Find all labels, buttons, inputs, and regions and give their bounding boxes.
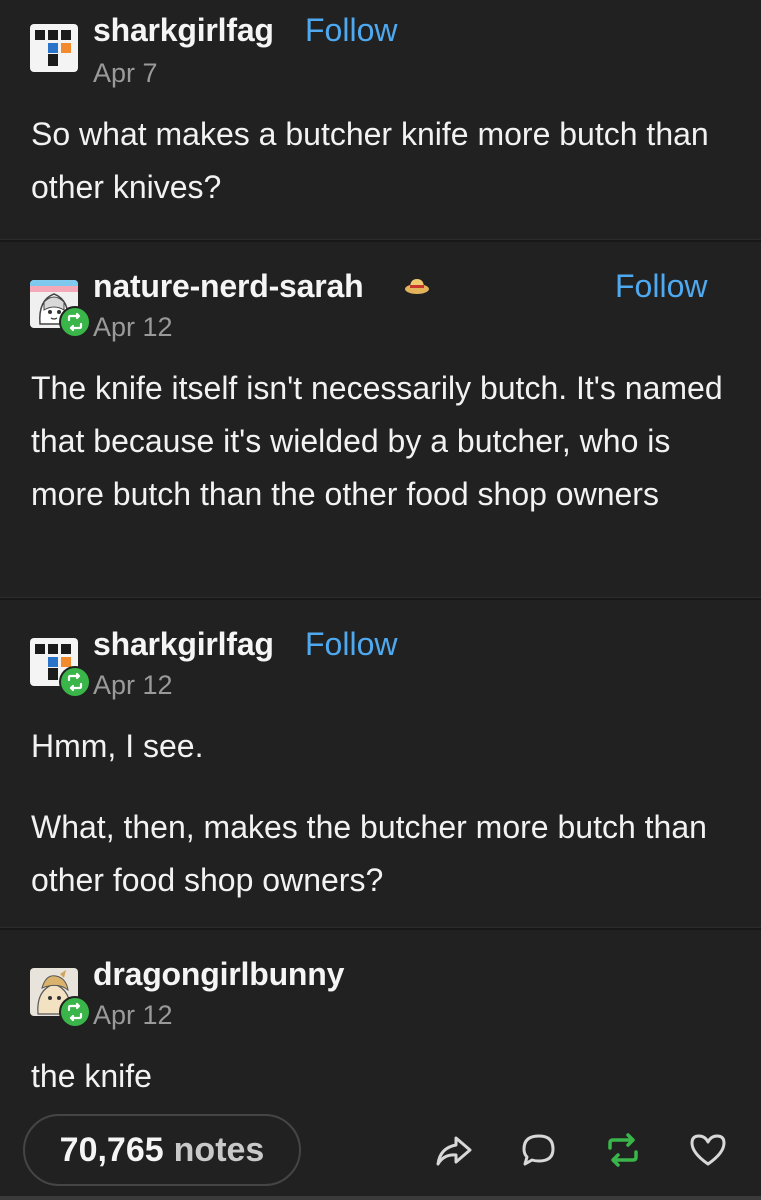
notes-label: notes [173,1130,265,1169]
username[interactable]: nature-nerd-sarah [93,268,364,305]
post-reblog: sharkgirlfag Follow Apr 12 Hmm, I see. W… [0,600,761,927]
post-date[interactable]: Apr 12 [93,670,173,701]
post-body: the knife [31,1050,731,1103]
notes-button[interactable]: 70,765 notes [23,1114,301,1186]
reblog-badge-icon [59,306,91,338]
post-body: So what makes a butcher knife more butch… [31,108,731,214]
reblog-icon[interactable] [601,1128,645,1172]
reblog-badge-icon [59,666,91,698]
reblog-badge-icon [59,996,91,1028]
follow-button[interactable]: Follow [305,12,397,49]
like-icon[interactable] [686,1128,730,1172]
paragraph: The knife itself isn't necessarily butch… [31,370,723,512]
post-date[interactable]: Apr 12 [93,1000,173,1031]
reply-icon[interactable] [517,1128,561,1172]
avatar[interactable] [30,24,78,72]
post-date[interactable]: Apr 12 [93,312,173,343]
post-reblog: dragongirlbunny Apr 12 the knife [0,930,761,1110]
hat-icon [403,274,431,301]
follow-button[interactable]: Follow [305,626,397,663]
post-reblog: nature-nerd-sarah Follow Apr 12 The knif… [0,242,761,597]
paragraph: Hmm, I see. [31,728,204,764]
username[interactable]: dragongirlbunny [93,956,344,993]
follow-button[interactable]: Follow [615,268,707,305]
paragraph: the knife [31,1058,152,1094]
paragraph: So what makes a butcher knife more butch… [31,116,709,205]
avatar-image [30,24,78,72]
post-original: sharkgirlfag Follow Apr 7 So what makes … [0,0,761,240]
bottom-edge [0,1196,761,1200]
post-body: The knife itself isn't necessarily butch… [31,362,731,521]
post-body: Hmm, I see. What, then, makes the butche… [31,720,731,907]
share-icon[interactable] [432,1128,476,1172]
username[interactable]: sharkgirlfag [93,626,274,663]
post-date[interactable]: Apr 7 [93,58,158,89]
paragraph: What, then, makes the butcher more butch… [31,809,707,898]
notes-count: 70,765 [59,1130,164,1169]
username[interactable]: sharkgirlfag [93,12,274,49]
